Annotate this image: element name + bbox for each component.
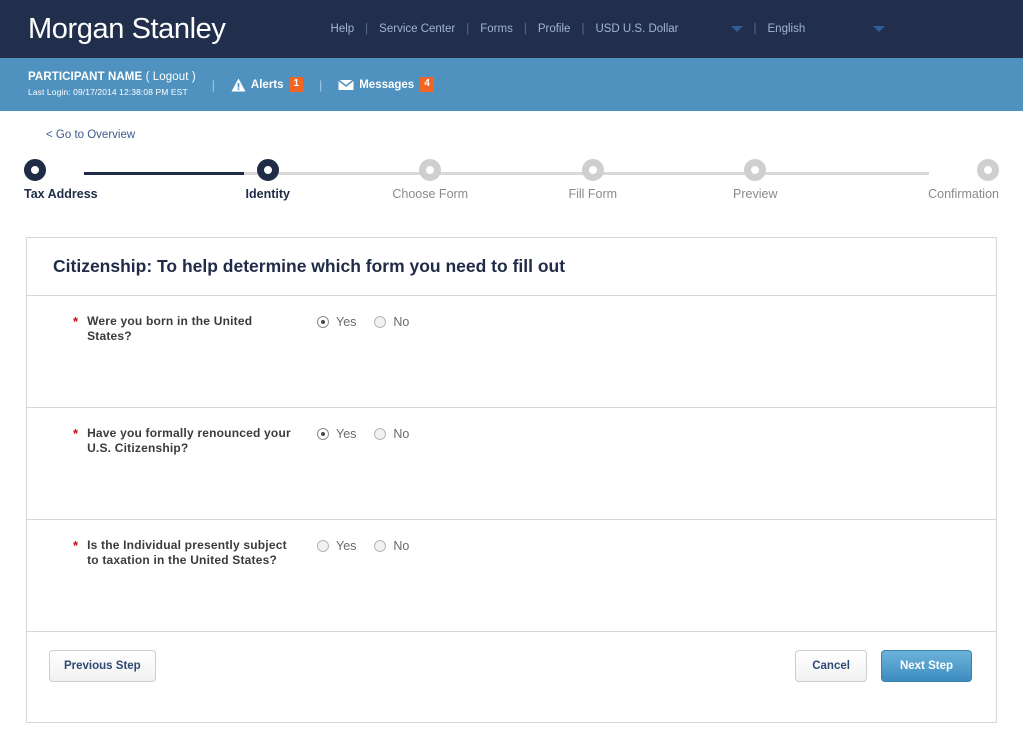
chevron-down-icon <box>730 26 743 32</box>
question-row: * Have you formally renounced your U.S. … <box>27 408 996 520</box>
radio-option-yes[interactable]: Yes <box>317 539 356 553</box>
required-marker: * <box>73 538 79 553</box>
step-confirmation[interactable]: Confirmation <box>837 159 999 201</box>
radio-label: Yes <box>336 315 357 329</box>
previous-step-button[interactable]: Previous Step <box>49 650 156 682</box>
radio-button-icon[interactable] <box>317 540 329 552</box>
radio-option-yes[interactable]: Yes <box>317 427 356 441</box>
nav-separator: | <box>753 23 757 35</box>
step-tax-address[interactable]: Tax Address <box>24 159 187 201</box>
alerts-item[interactable]: Alerts 1 <box>231 77 304 92</box>
userbar-separator: | <box>211 77 215 92</box>
language-selector[interactable]: English <box>768 23 886 35</box>
radio-button-icon[interactable] <box>374 428 387 440</box>
question-label-cell: * Were you born in the United States? <box>27 314 317 344</box>
go-to-overview-link[interactable]: < Go to Overview <box>46 129 135 141</box>
step-choose-form[interactable]: Choose Form <box>349 159 512 201</box>
radio-option-no[interactable]: No <box>374 315 409 329</box>
radio-label: No <box>393 539 410 553</box>
question-options: Yes No <box>317 538 427 553</box>
stepper-track-completed <box>84 172 244 175</box>
nav-separator: | <box>466 23 470 35</box>
primary-nav: Help | Service Center | Forms | Profile … <box>331 23 886 35</box>
currency-selector[interactable]: USD U.S. Dollar <box>595 23 743 35</box>
question-label-cell: * Is the Individual presently subject to… <box>27 538 317 568</box>
logout-link[interactable]: ( Logout ) <box>146 71 196 83</box>
radio-button-icon[interactable] <box>317 316 329 328</box>
step-label: Confirmation <box>928 187 999 201</box>
messages-count-badge: 4 <box>420 77 434 92</box>
participant-info: PARTICIPANT NAME ( Logout ) Last Login: … <box>28 71 196 98</box>
progress-stepper: Tax Address Identity Choose Form Fill Fo… <box>24 159 999 221</box>
messages-item[interactable]: Messages 4 <box>338 77 434 92</box>
nav-separator: | <box>581 23 585 35</box>
step-dot-icon <box>419 159 442 181</box>
participant-name-row: PARTICIPANT NAME ( Logout ) <box>28 71 196 84</box>
step-dot-icon <box>24 159 46 181</box>
step-label: Fill Form <box>568 187 618 201</box>
nav-link-help[interactable]: Help <box>331 23 355 35</box>
page-title: Citizenship: To help determine which for… <box>53 256 566 276</box>
radio-button-icon[interactable] <box>317 428 329 440</box>
chevron-down-icon <box>873 26 886 32</box>
step-dot-icon <box>256 159 279 181</box>
envelope-icon <box>338 78 355 91</box>
next-step-button[interactable]: Next Step <box>880 650 972 682</box>
page-content: < Go to Overview Tax Address Identity Ch… <box>0 111 1023 723</box>
currency-selector-label: USD U.S. Dollar <box>595 23 679 35</box>
radio-label: No <box>393 315 410 329</box>
messages-label: Messages <box>359 78 415 91</box>
question-row: * Were you born in the United States? Ye… <box>27 296 996 408</box>
question-options: Yes No <box>317 314 427 329</box>
citizenship-form-panel: Citizenship: To help determine which for… <box>26 237 997 723</box>
step-dot-icon <box>977 159 999 181</box>
panel-header: Citizenship: To help determine which for… <box>27 238 996 296</box>
last-login-text: Last Login: 09/17/2014 12:38:08 PM EST <box>28 87 188 97</box>
step-preview[interactable]: Preview <box>674 159 837 201</box>
alerts-count-badge: 1 <box>289 77 304 92</box>
question-row: * Is the Individual presently subject to… <box>27 520 996 632</box>
question-text: Were you born in the United States? <box>87 314 253 343</box>
cancel-button[interactable]: Cancel <box>795 650 867 682</box>
panel-footer: Previous Step Cancel Next Step <box>27 632 996 722</box>
nav-link-service-center[interactable]: Service Center <box>379 23 455 35</box>
brand-logo: Morgan Stanley <box>28 12 226 45</box>
step-label: Choose Form <box>392 187 469 201</box>
warning-triangle-icon <box>231 78 246 92</box>
radio-label: No <box>393 427 410 441</box>
userbar-separator: | <box>319 77 323 92</box>
radio-button-icon[interactable] <box>374 540 387 552</box>
nav-separator: | <box>523 23 527 35</box>
top-navigation-bar: Morgan Stanley Help | Service Center | F… <box>0 0 1023 58</box>
radio-option-yes[interactable]: Yes <box>317 315 356 329</box>
radio-label: Yes <box>336 539 357 553</box>
question-text: Is the Individual presently subject to t… <box>87 538 287 567</box>
radio-option-no[interactable]: No <box>374 427 409 441</box>
step-dot-icon <box>744 159 767 181</box>
step-label: Identity <box>245 187 290 201</box>
step-label: Tax Address <box>24 187 98 201</box>
participant-bar: PARTICIPANT NAME ( Logout ) Last Login: … <box>0 58 1023 111</box>
required-marker: * <box>73 314 79 329</box>
question-label-cell: * Have you formally renounced your U.S. … <box>27 426 317 456</box>
question-options: Yes No <box>317 426 427 441</box>
radio-button-icon[interactable] <box>374 316 387 328</box>
step-dot-icon <box>581 159 604 181</box>
step-label: Preview <box>733 187 778 201</box>
radio-option-no[interactable]: No <box>374 539 409 553</box>
question-text: Have you formally renounced your U.S. Ci… <box>87 426 291 455</box>
step-identity[interactable]: Identity <box>187 159 350 201</box>
nav-separator: | <box>365 23 369 35</box>
nav-link-profile[interactable]: Profile <box>538 23 571 35</box>
language-selector-label: English <box>767 23 806 35</box>
step-fill-form[interactable]: Fill Form <box>512 159 675 201</box>
required-marker: * <box>73 426 79 441</box>
nav-link-forms[interactable]: Forms <box>480 23 513 35</box>
participant-name: PARTICIPANT NAME <box>28 71 143 83</box>
radio-label: Yes <box>336 427 357 441</box>
alerts-label: Alerts <box>250 78 284 91</box>
